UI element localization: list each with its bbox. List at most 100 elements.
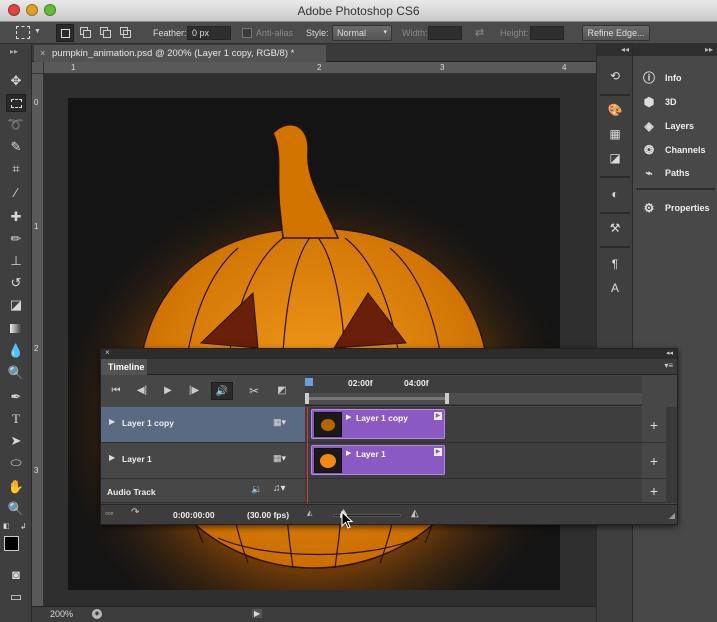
next-frame-icon[interactable]: |▶ — [183, 382, 205, 400]
clip-menu-icon[interactable]: ▶ — [434, 448, 442, 456]
history-brush-tool-icon[interactable]: ↺ — [6, 274, 26, 292]
preset-chevron-icon[interactable]: ▼ — [34, 28, 41, 35]
new-selection-button[interactable] — [56, 24, 74, 42]
status-menu-arrow-icon[interactable]: ▶ — [252, 609, 263, 618]
quick-mask-icon[interactable]: ◙ — [6, 566, 26, 584]
blur-tool-icon[interactable]: 💧 — [6, 342, 26, 360]
timeline-layer-row[interactable]: ▶ Layer 1 copy ▦▾ — [101, 407, 305, 443]
timeline-tab[interactable]: Timeline — [101, 359, 147, 375]
channels-panel-button[interactable]: ❂ Channels — [633, 139, 717, 161]
zoom-out-timeline-icon[interactable]: ◭ — [307, 509, 312, 517]
tool-presets-panel-icon[interactable]: ⚒ — [606, 220, 624, 236]
eraser-tool-icon[interactable]: ◪ — [6, 296, 26, 314]
foreground-color-swatch[interactable] — [4, 536, 19, 551]
add-media-button[interactable]: + — [642, 443, 666, 479]
audio-menu-icon[interactable]: ♫▾ — [273, 483, 286, 494]
work-area-end-handle[interactable] — [445, 393, 449, 404]
document-tab[interactable]: × pumpkin_animation.psd @ 200% (Layer 1 … — [34, 45, 326, 62]
antialias-checkbox[interactable] — [242, 28, 252, 38]
intersect-selection-button[interactable] — [119, 26, 133, 40]
film-strip-icon[interactable]: ▦▾ — [273, 417, 286, 428]
status-info-icon[interactable]: ◉ — [92, 609, 102, 619]
work-area-bar[interactable] — [305, 393, 642, 404]
resize-grip-icon[interactable]: ◢ — [669, 511, 675, 520]
dock-collapse-icon[interactable]: ◂◂ — [597, 44, 633, 56]
pen-tool-icon[interactable]: ✒ — [6, 388, 26, 406]
transition-icon[interactable]: ◩ — [271, 382, 293, 400]
current-timecode[interactable]: 0:00:00:00 — [173, 510, 215, 520]
playhead-marker[interactable] — [305, 378, 313, 386]
film-strip-icon[interactable]: ▦▾ — [273, 453, 286, 464]
expand-arrow-icon[interactable]: ▶ — [109, 453, 115, 462]
lasso-tool-icon[interactable]: ➰ — [6, 116, 26, 134]
styles-panel-icon[interactable]: ◪ — [606, 150, 624, 166]
path-selection-tool-icon[interactable]: ➤ — [6, 432, 26, 450]
play-icon[interactable]: ▶ — [157, 382, 179, 400]
split-at-playhead-icon[interactable]: ✂ — [243, 382, 265, 400]
zoom-tool-icon[interactable]: 🔍 — [6, 500, 26, 518]
height-field[interactable] — [530, 26, 564, 40]
add-selection-button[interactable] — [79, 26, 93, 40]
dock-collapse-icon[interactable]: ▸▸ — [633, 44, 717, 56]
swap-colors-icon[interactable]: ↲ — [20, 522, 27, 531]
timeline-layer-row[interactable]: ▶ Layer 1 ▦▾ — [101, 443, 305, 479]
history-panel-icon[interactable]: ⟲ — [606, 68, 624, 84]
clone-stamp-tool-icon[interactable]: ⊥ — [6, 252, 26, 270]
mute-audio-icon[interactable]: 🔉 — [251, 484, 262, 495]
default-colors-icon[interactable]: ◧ — [3, 522, 10, 530]
first-frame-icon[interactable]: ⏮ — [105, 382, 127, 400]
marquee-tool-preset-icon[interactable] — [16, 26, 30, 39]
close-panel-icon[interactable]: × — [105, 348, 110, 357]
add-audio-button[interactable]: + — [642, 479, 666, 503]
eyedropper-tool-icon[interactable]: ⁄ — [6, 184, 26, 202]
type-tool-icon[interactable]: T — [6, 410, 26, 428]
ellipse-tool-icon[interactable]: ⬭ — [6, 454, 26, 472]
crop-tool-icon[interactable]: ⌗ — [6, 160, 26, 178]
paragraph-panel-icon[interactable]: ¶ — [606, 256, 624, 272]
time-ruler[interactable]: 02:00f 04:00f — [305, 376, 642, 406]
timeline-header[interactable]: × ◂◂ — [101, 348, 677, 359]
timeline-scrollbar[interactable] — [666, 407, 677, 503]
quick-selection-tool-icon[interactable]: ✎ — [6, 138, 26, 156]
adjustments-panel-icon[interactable]: ◐ — [606, 186, 624, 202]
layers-panel-button[interactable]: ◈ Layers — [633, 115, 717, 137]
close-tab-icon[interactable]: × — [40, 48, 45, 58]
color-panel-icon[interactable]: 🎨 — [606, 102, 624, 118]
character-panel-icon[interactable]: A — [606, 280, 624, 296]
collapse-panel-icon[interactable]: ◂◂ — [666, 349, 673, 357]
3d-panel-button[interactable]: ⬢ 3D — [633, 91, 717, 113]
clip-menu-icon[interactable]: ▶ — [434, 412, 442, 420]
feather-field[interactable]: 0 px — [187, 26, 231, 40]
brush-tool-icon[interactable]: ✏ — [6, 230, 26, 248]
hand-tool-icon[interactable]: ✋ — [6, 478, 26, 496]
gradient-tool-icon[interactable] — [6, 320, 26, 338]
healing-brush-tool-icon[interactable]: ✚ — [6, 208, 26, 226]
refine-edge-button[interactable]: Refine Edge... — [582, 25, 650, 41]
move-tool-icon[interactable]: ✥ — [6, 72, 26, 90]
panel-menu-icon[interactable]: ▾≡ — [664, 361, 673, 370]
audio-icon[interactable]: 🔊 — [211, 382, 233, 400]
add-media-button[interactable]: + — [642, 407, 666, 443]
canvas-area[interactable] — [44, 74, 596, 622]
layer-clip[interactable]: ▶ Layer 1 copy ▶ — [311, 409, 445, 439]
style-select[interactable]: Normal ▾ — [332, 25, 392, 41]
expand-arrow-icon[interactable]: ▶ — [109, 417, 115, 426]
previous-frame-icon[interactable]: ◀| — [131, 382, 153, 400]
tools-collapse-icon[interactable]: ▸▸ — [10, 47, 18, 56]
zoom-in-timeline-icon[interactable]: ◭ — [411, 508, 419, 519]
convert-frame-animation-icon[interactable]: ▫▫▫ — [105, 509, 114, 518]
screen-mode-icon[interactable]: ▭ — [6, 588, 26, 606]
dodge-tool-icon[interactable]: 🔍 — [6, 364, 26, 382]
render-video-icon[interactable]: ↷ — [131, 507, 139, 518]
swap-dimensions-icon[interactable]: ⇄ — [475, 26, 484, 39]
clip-expand-icon[interactable]: ▶ — [346, 449, 351, 457]
swatches-panel-icon[interactable]: ▦ — [606, 126, 624, 142]
subtract-selection-button[interactable] — [99, 26, 113, 40]
rectangular-marquee-tool-icon[interactable] — [6, 94, 26, 112]
zoom-level[interactable]: 200% — [50, 609, 73, 619]
audio-track-row[interactable]: Audio Track 🔉 ♫▾ — [101, 479, 305, 503]
width-field[interactable] — [428, 26, 462, 40]
paths-panel-button[interactable]: ⌁ Paths — [633, 162, 717, 184]
layer-clip[interactable]: ▶ Layer 1 ▶ — [311, 445, 445, 475]
properties-panel-button[interactable]: ⚙ Properties — [633, 197, 717, 219]
